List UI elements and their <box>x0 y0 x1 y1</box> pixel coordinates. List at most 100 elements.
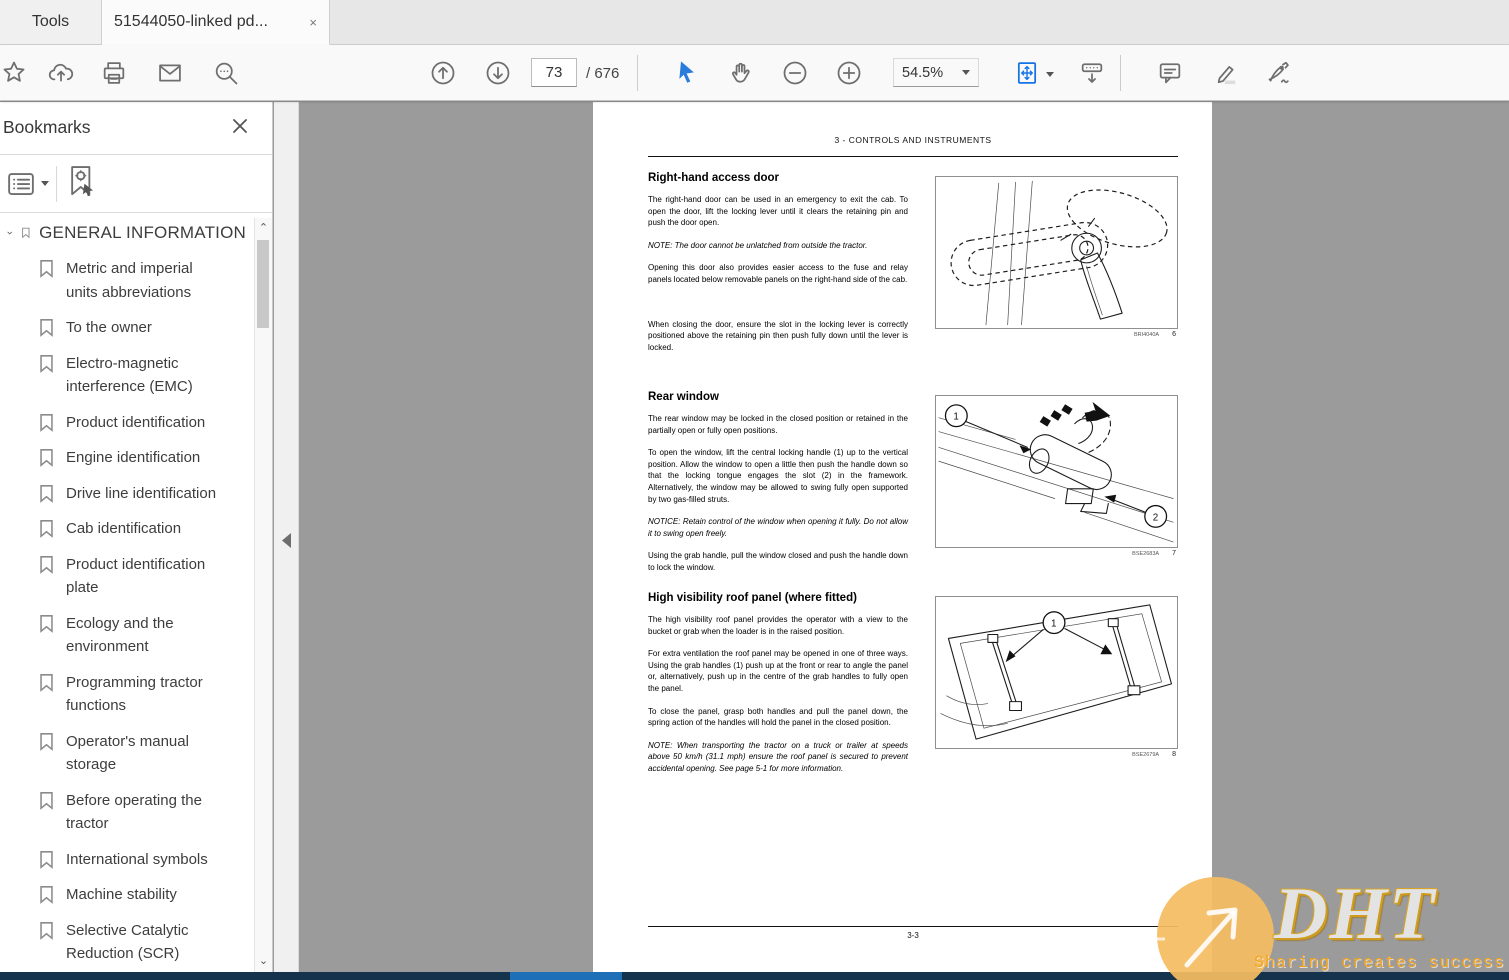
bookmark-icon <box>40 614 53 633</box>
bookmark-item[interactable]: Ecology and the environment <box>38 612 246 659</box>
document-viewer[interactable]: 3 - CONTROLS AND INSTRUMENTS Right-hand … <box>300 102 1509 972</box>
scrollbar-thumb[interactable] <box>257 240 269 328</box>
window-tab-bar: Tools 51544050-linked pd... × <box>0 0 1509 45</box>
chevron-down-icon[interactable] <box>1046 72 1054 77</box>
bookmark-icon <box>40 886 53 904</box>
paragraph: The right-hand door can be used in an em… <box>648 195 908 228</box>
tab-close-icon[interactable]: × <box>309 16 317 29</box>
bookmark-item[interactable]: International symbols <box>38 848 246 872</box>
tab-tools[interactable]: Tools <box>0 0 102 44</box>
bookmarks-title: Bookmarks <box>3 117 91 137</box>
taskbar-edge <box>0 972 1509 980</box>
find-current-bookmark-icon[interactable] <box>66 164 98 202</box>
tab-document-label: 51544050-linked pd... <box>114 13 268 30</box>
footer-rule <box>648 926 1178 927</box>
tab-tools-label: Tools <box>31 13 70 30</box>
paragraph: Using the grab handle, pull the window c… <box>648 551 908 572</box>
fill-and-sign-icon[interactable] <box>1266 59 1294 87</box>
svg-text:1: 1 <box>953 412 958 423</box>
bookmarks-header: Bookmarks <box>0 102 272 155</box>
bookmark-children: Metric and imperial units abbreviations T… <box>6 257 246 966</box>
figure-number: 8 <box>1172 751 1176 758</box>
comment-icon[interactable] <box>1156 59 1184 87</box>
tab-document[interactable]: 51544050-linked pd... × <box>102 0 330 45</box>
svg-text:2: 2 <box>1153 512 1158 523</box>
bookmark-root-label: GENERAL INFORMATION <box>39 223 246 242</box>
zoom-level-dropdown[interactable]: 54.5% <box>893 58 979 87</box>
page-footer-number: 3-3 <box>907 931 919 940</box>
panel-toolbar-divider <box>56 166 57 202</box>
zoom-in-icon[interactable] <box>835 59 863 87</box>
bookmark-options-icon[interactable] <box>6 169 36 197</box>
bookmark-item[interactable]: To the owner <box>38 316 246 340</box>
bookmark-icon <box>40 449 53 467</box>
chevron-down-icon[interactable] <box>41 181 49 186</box>
highlighter-icon[interactable] <box>1212 59 1240 87</box>
bookmark-item[interactable]: Product identification plate <box>38 553 246 600</box>
bookmark-item[interactable]: Programming tractor functions <box>38 671 246 718</box>
section-right-hand-access-door: Right-hand access door The right-hand do… <box>648 172 1178 364</box>
bookmark-item[interactable]: Metric and imperial units abbreviations <box>38 257 246 304</box>
hand-pan-tool-icon[interactable] <box>727 59 755 87</box>
next-page-icon[interactable] <box>484 59 512 87</box>
bookmark-root-general-information[interactable]: GENERAL INFORMATION <box>6 222 246 244</box>
page-header: 3 - CONTROLS AND INSTRUMENTS <box>834 135 992 145</box>
figure-caption: BRI4040A 6 <box>935 331 1178 338</box>
paragraph: To close the panel, grasp both handles a… <box>648 706 908 728</box>
figure-caption: BSE2679A 8 <box>935 751 1178 758</box>
main-toolbar: / 676 54.5% <box>0 45 1509 101</box>
favorites-star-icon[interactable] <box>0 59 28 87</box>
bookmark-icon <box>40 520 53 538</box>
bookmark-item[interactable]: Product identification <box>38 411 246 435</box>
bookmark-item[interactable]: Cab identification <box>38 517 246 541</box>
collapse-left-icon[interactable] <box>280 532 293 549</box>
zoom-level-value: 54.5% <box>902 64 944 81</box>
bookmark-item[interactable]: Before operating the tractor <box>38 789 246 836</box>
bookmark-item[interactable]: Selective Catalytic Reduction (SCR) <box>38 919 246 966</box>
bookmark-item[interactable]: Operator's manual storage <box>38 730 246 777</box>
panel-collapse-strip[interactable] <box>274 102 299 972</box>
bookmarks-toolbar <box>0 155 272 213</box>
scroll-up-icon[interactable]: ⌃ <box>255 220 272 237</box>
bookmark-item[interactable]: Electro-magnetic interference (EMC) <box>38 352 246 399</box>
zoom-out-icon[interactable] <box>781 59 809 87</box>
bookmark-icon <box>40 732 53 751</box>
print-icon[interactable] <box>100 59 128 87</box>
pdf-page: 3 - CONTROLS AND INSTRUMENTS Right-hand … <box>593 102 1212 972</box>
bookmark-icon <box>40 413 53 432</box>
figure-code: BRI4040A <box>1134 332 1160 338</box>
bookmark-item[interactable]: Engine identification <box>38 446 246 470</box>
note-paragraph: NOTE: The door cannot be unlatched from … <box>648 240 868 250</box>
hide-toolbar-icon[interactable] <box>1078 59 1106 87</box>
select-tool-cursor-icon[interactable] <box>674 59 702 87</box>
previous-page-icon[interactable] <box>429 59 457 87</box>
bookmarks-scrollbar[interactable]: ⌃ ⌄ <box>254 218 272 972</box>
bookmark-item[interactable]: Machine stability <box>38 883 246 907</box>
bookmark-icon <box>40 354 53 373</box>
paragraph: The rear window may be locked in the clo… <box>648 414 908 435</box>
note-paragraph: NOTE: When transporting the tractor on a… <box>648 740 908 773</box>
fit-page-icon[interactable] <box>1013 59 1041 87</box>
section-rear-window: Rear window The rear window may be locke… <box>648 391 1178 585</box>
search-icon[interactable] <box>212 59 240 87</box>
bookmark-icon <box>40 260 53 278</box>
header-rule <box>648 156 1178 157</box>
close-panel-icon[interactable] <box>230 116 250 136</box>
scroll-down-icon[interactable]: ⌄ <box>255 953 272 970</box>
paragraph: To open the window, lift the central loc… <box>648 448 908 504</box>
figure-number: 6 <box>1172 331 1176 338</box>
bookmark-icon <box>40 791 53 810</box>
figure-code: BSE2683A <box>1132 551 1160 557</box>
share-upload-icon[interactable] <box>47 59 75 87</box>
paragraph: Opening this door also provides easier a… <box>648 263 908 284</box>
chevron-expand-icon[interactable] <box>6 226 13 240</box>
figure-rear-window: 1 2 BSE2683A 7 <box>935 395 1178 557</box>
bookmark-icon <box>40 850 53 869</box>
bookmark-icon <box>40 921 53 940</box>
email-icon[interactable] <box>156 59 184 87</box>
bookmark-item[interactable]: Drive line identification <box>38 482 246 506</box>
paragraph: The high visibility roof panel provides … <box>648 615 908 636</box>
page-number-input[interactable] <box>531 58 577 87</box>
section-roof-panel: High visibility roof panel (where fitted… <box>648 592 1178 786</box>
bookmark-icon <box>40 673 53 692</box>
